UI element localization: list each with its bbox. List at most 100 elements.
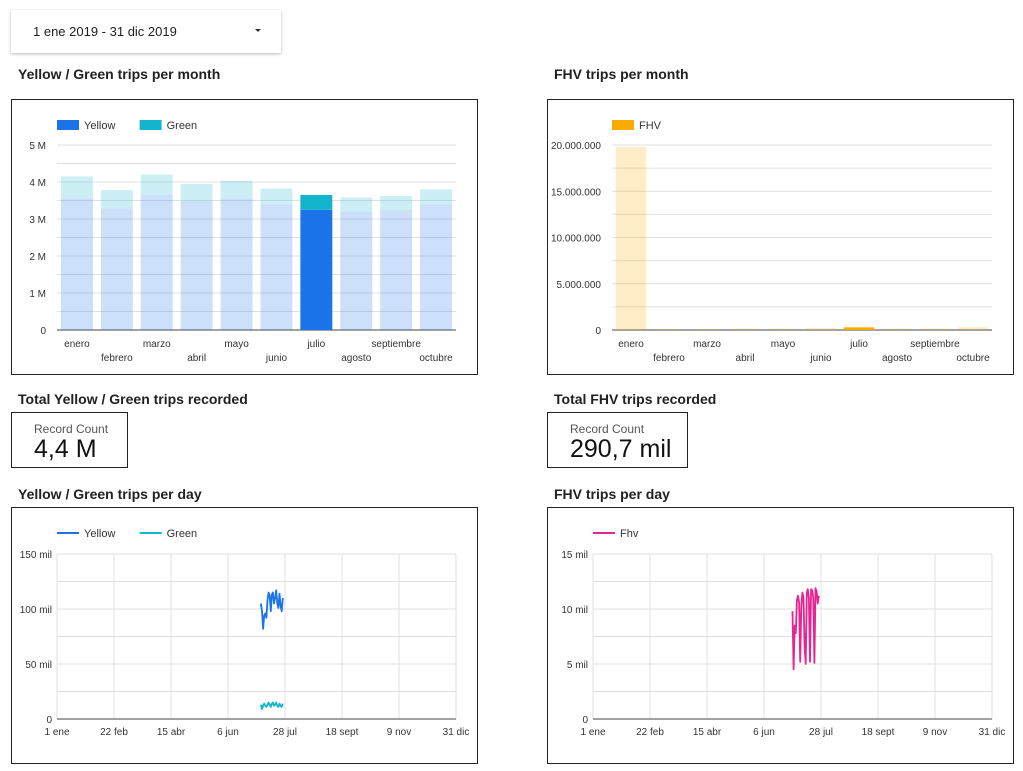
x-tick-label: julio	[849, 339, 868, 350]
x-tick-label: 1 ene	[44, 727, 69, 738]
bar-fhv	[957, 327, 989, 330]
x-tick-label: 1 ene	[580, 727, 605, 738]
legend-label: Yellow	[84, 120, 115, 132]
y-tick-label: 15 mil	[561, 550, 588, 561]
bar-yellow	[100, 208, 133, 330]
x-tick-label: 9 nov	[923, 727, 947, 738]
bar-fhv	[881, 328, 913, 330]
x-tick-label: mayo	[771, 339, 796, 350]
bar-yellow	[380, 209, 413, 330]
date-range-picker[interactable]: 1 ene 2019 - 31 dic 2019	[11, 10, 281, 53]
scorecard-value: 4,4 M	[34, 435, 97, 463]
y-tick-label: 100 mil	[20, 605, 52, 616]
x-tick-label: 15 abr	[157, 727, 186, 738]
x-tick-label: abril	[736, 353, 755, 364]
bar-fhv	[843, 327, 875, 330]
fhv-day-chart: 0 5 mil 10 mil 15 mil 1 ene 22 feb 15 abr 6 jun…	[561, 528, 1006, 738]
bar-yellow	[300, 209, 333, 330]
x-tick-label: 22 feb	[636, 727, 664, 738]
y-tick-label: 0	[40, 326, 46, 337]
fhv-day-chart-panel: 0 5 mil 10 mil 15 mil 1 ene 22 feb 15 abr 6 jun…	[547, 507, 1014, 764]
x-tick-label: 31 dic	[979, 727, 1006, 738]
yg-total-title: Total Yellow / Green trips recorded	[18, 391, 248, 407]
bar-green	[300, 194, 333, 210]
y-tick-label: 5 mil	[567, 660, 588, 671]
x-tick-label: septiembre	[910, 339, 960, 350]
legend-swatch	[57, 120, 79, 130]
bar-green	[220, 180, 253, 199]
x-tick-label: julio	[306, 339, 325, 350]
y-tick-label: 1 M	[29, 289, 46, 300]
legend-label: Fhv	[620, 528, 639, 540]
x-tick-label: febrero	[653, 353, 685, 364]
series-line-fhv	[791, 587, 820, 671]
fhv-month-title: FHV trips per month	[554, 66, 689, 82]
bar-yellow	[340, 211, 373, 330]
yg-month-title: Yellow / Green trips per month	[18, 66, 221, 82]
x-tick-label: 9 nov	[387, 727, 411, 738]
x-tick-label: agosto	[882, 353, 912, 364]
bar-green	[60, 176, 93, 199]
x-tick-label: enero	[64, 339, 90, 350]
series-line-green	[260, 701, 284, 711]
bar-green	[180, 183, 213, 202]
y-tick-label: 5.000.000	[557, 280, 602, 291]
yg-month-chart: 0 1 M 2 M 3 M 4 M 5 M enero febrero marzo abril ma…	[29, 120, 456, 364]
y-tick-label: 0	[46, 715, 52, 726]
x-tick-label: 22 feb	[100, 727, 128, 738]
x-tick-label: abril	[187, 353, 206, 364]
bar-fhv	[653, 329, 685, 330]
fhv-total-title: Total FHV trips recorded	[554, 391, 717, 407]
x-tick-label: marzo	[693, 339, 721, 350]
y-tick-label: 5 M	[29, 141, 46, 152]
bar-yellow	[420, 204, 453, 330]
x-tick-label: octubre	[956, 353, 990, 364]
fhv-record-count-scorecard: Record Count 290,7 mil	[547, 412, 688, 468]
x-tick-label: 28 jul	[273, 727, 297, 738]
bar-fhv	[919, 328, 951, 330]
fhv-day-title: FHV trips per day	[554, 486, 670, 502]
x-tick-label: marzo	[143, 339, 171, 350]
legend-swatch	[612, 120, 634, 130]
y-tick-label: 15.000.000	[551, 187, 601, 198]
bar-fhv	[767, 328, 799, 330]
legend-label: Yellow	[84, 528, 115, 540]
bar-yellow	[180, 201, 213, 330]
bar-yellow	[140, 194, 173, 330]
bar-fhv	[615, 146, 647, 330]
x-tick-label: febrero	[101, 353, 133, 364]
legend-swatch	[139, 120, 162, 130]
x-tick-label: 28 jul	[809, 727, 833, 738]
legend-label: Green	[167, 528, 198, 540]
fhv-month-chart: 0 5.000.000 10.000.000 15.000.000 20.000.000…	[551, 120, 992, 364]
bar-yellow	[260, 204, 293, 330]
bar-green	[100, 190, 133, 209]
x-tick-label: junio	[265, 353, 288, 364]
y-tick-label: 0	[582, 715, 588, 726]
y-tick-label: 4 M	[29, 178, 46, 189]
y-tick-label: 150 mil	[20, 550, 52, 561]
bar-green	[420, 189, 453, 205]
yg-day-chart: 0 50 mil 100 mil 150 mil 1 ene 22 feb 15 abr 6 …	[20, 528, 470, 738]
bar-fhv	[691, 329, 723, 330]
date-range-label: 1 ene 2019 - 31 dic 2019	[33, 24, 177, 39]
x-tick-label: agosto	[341, 353, 371, 364]
bar-yellow	[60, 198, 93, 330]
yg-day-chart-panel: 0 50 mil 100 mil 150 mil 1 ene 22 feb 15 abr 6 …	[11, 507, 478, 764]
bar-fhv	[729, 328, 761, 330]
scorecard-value: 290,7 mil	[570, 435, 672, 463]
legend-label: FHV	[639, 120, 662, 132]
y-tick-label: 20.000.000	[551, 141, 601, 152]
y-tick-label: 50 mil	[25, 660, 52, 671]
scorecard-label: Record Count	[34, 422, 109, 436]
series-line-yellow	[260, 589, 284, 630]
x-tick-label: 15 abr	[693, 727, 722, 738]
scorecard-label: Record Count	[570, 422, 645, 436]
bar-green	[340, 197, 373, 212]
yg-record-count-scorecard: Record Count 4,4 M	[11, 412, 128, 468]
x-tick-label: 18 sept	[862, 727, 895, 738]
x-tick-label: junio	[809, 353, 832, 364]
bar-fhv	[805, 328, 837, 330]
legend-label: Green	[167, 120, 198, 132]
fhv-month-chart-panel: 0 5.000.000 10.000.000 15.000.000 20.000.000…	[547, 99, 1014, 375]
